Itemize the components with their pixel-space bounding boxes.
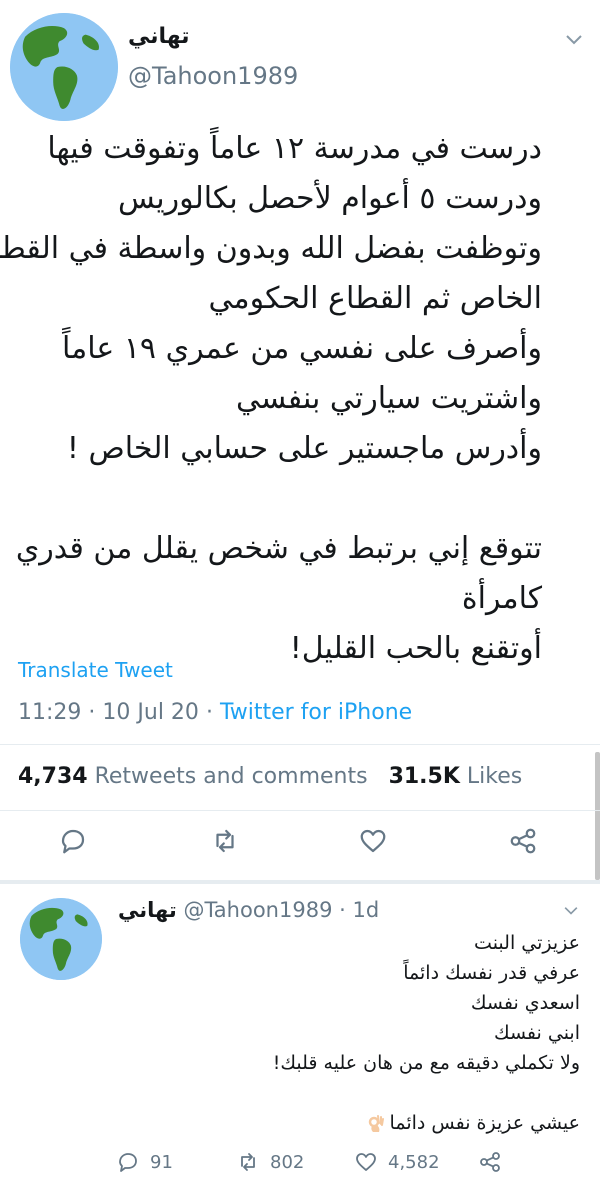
like-button[interactable] <box>358 826 394 862</box>
share-icon <box>510 828 536 854</box>
avatar[interactable] <box>20 898 102 980</box>
tweet-line: ودرست ٥ أعوام لأحصل بكالوريس <box>117 181 542 216</box>
reply-line: عرفي قدر نفسك دائماً <box>403 962 580 984</box>
comment-icon <box>61 829 85 854</box>
tweet-line: وأصرف على نفسي من عمري ١٩ عاماً <box>62 331 542 366</box>
tweet-source-link[interactable]: Twitter for iPhone <box>220 700 412 725</box>
divider <box>0 810 600 811</box>
heart-icon <box>356 1153 376 1171</box>
share-button[interactable] <box>508 826 544 862</box>
avatar[interactable] <box>10 13 118 121</box>
tweet-line: كامرأة <box>461 581 542 616</box>
tweet-stats: 4,734 Retweets and comments 31.5K Likes <box>18 764 522 789</box>
reply-line-text: عيشي عزيزة نفس دائما <box>389 1112 580 1134</box>
share-icon <box>480 1152 500 1172</box>
like-button[interactable]: 4,582 <box>354 1150 440 1174</box>
section-divider <box>0 880 600 884</box>
tweet-date: 10 Jul 20 <box>102 700 199 725</box>
tweet-line: وتوظفت بفضل الله وبدون واسطة في القطاع <box>0 231 542 266</box>
main-tweet: تهاني @Tahoon1989 درست في مدرسة ١٢ عاماً… <box>0 0 600 880</box>
reply-line: ولا تكملي دقيقه مع من هان عليه قلبك! <box>272 1052 580 1074</box>
divider <box>0 744 600 745</box>
chevron-down-icon[interactable] <box>565 34 583 46</box>
tweet-meta: 11:29 · 10 Jul 20 · Twitter for iPhone <box>18 700 412 725</box>
display-name[interactable]: تهاني <box>128 24 190 49</box>
reply-line: عيشي عزيزة نفس دائما <box>120 1108 580 1138</box>
reply-line: ابني نفسك <box>493 1022 580 1044</box>
retweet-icon <box>216 829 234 853</box>
ok-hand-emoji-icon <box>368 1114 384 1132</box>
reply-actions: 91 802 4,582 <box>0 1150 600 1180</box>
likes-label: Likes <box>466 764 523 789</box>
tweet-age: 1d <box>352 898 380 922</box>
likes-count: 31.5K <box>388 764 460 789</box>
tweet-line: وأدرس ماجستير على حسابي الخاص ! <box>66 431 542 466</box>
meta-separator: · <box>339 898 346 922</box>
tweet-text: درست في مدرسة ١٢ عاماً وتفوقت فيها ودرست… <box>0 124 542 674</box>
tweet-line: واشتريت سيارتي بنفسي <box>236 381 542 416</box>
retweets-label: Retweets and comments <box>94 764 368 789</box>
replies-count: 91 <box>150 1151 173 1173</box>
globe-avatar-icon <box>10 13 118 121</box>
handle[interactable]: @Tahoon1989 <box>128 62 298 90</box>
reply-line: عزيزتي البنت <box>474 932 580 954</box>
reply-line-blank <box>120 1078 580 1108</box>
meta-separator: · <box>88 700 96 725</box>
heart-icon <box>360 829 386 853</box>
chevron-down-icon[interactable] <box>563 906 579 916</box>
retweets-count: 802 <box>270 1151 305 1173</box>
reply-header: تهاني @Tahoon1989 · 1d <box>118 898 379 922</box>
retweet-button[interactable]: 802 <box>236 1150 304 1174</box>
reply-text: عزيزتي البنت عرفي قدر نفسك دائماً اسعدي … <box>120 928 580 1138</box>
likes-stat[interactable]: 31.5K Likes <box>389 764 523 789</box>
reply-button[interactable] <box>58 826 94 862</box>
display-name[interactable]: تهاني <box>118 898 177 922</box>
retweets-stat[interactable]: 4,734 Retweets and comments <box>18 764 368 789</box>
handle[interactable]: @Tahoon1989 <box>183 898 332 922</box>
retweet-icon <box>241 1153 255 1171</box>
tweet-line: درست في مدرسة ١٢ عاماً وتفوقت فيها <box>47 131 542 166</box>
globe-avatar-icon <box>20 898 102 980</box>
tweet-line: تتوقع إني برتبط في شخص يقلل من قدري <box>15 531 542 566</box>
tweet-actions <box>0 826 600 866</box>
reply-button[interactable]: 91 <box>116 1150 173 1174</box>
reply-line: اسعدي نفسك <box>470 992 580 1014</box>
likes-count: 4,582 <box>388 1151 440 1173</box>
comment-icon <box>119 1153 137 1172</box>
retweet-button[interactable] <box>210 826 246 862</box>
share-button[interactable] <box>478 1150 502 1174</box>
tweet-time: 11:29 <box>18 700 82 725</box>
translate-tweet-link[interactable]: Translate Tweet <box>18 658 173 682</box>
tweet-line: الخاص ثم القطاع الحكومي <box>208 281 542 316</box>
retweets-count: 4,734 <box>18 764 88 789</box>
meta-separator: · <box>205 700 213 725</box>
